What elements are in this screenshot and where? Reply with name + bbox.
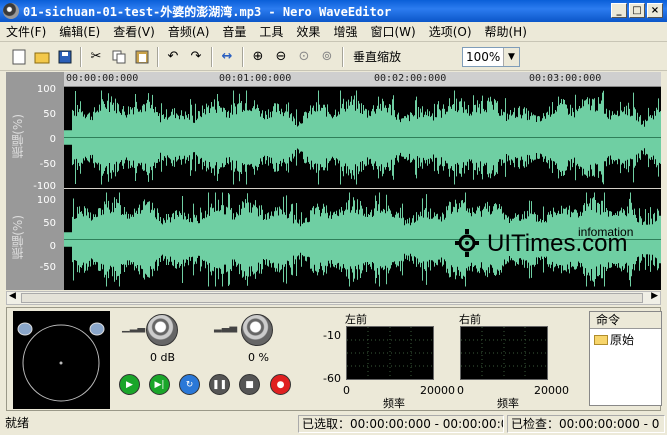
save-icon[interactable] xyxy=(54,46,76,68)
transport-panel: ▁▂▃ 0 dB ▂▃▄ 0 % ▶ ▶| ↻ ❚❚ ■ ● 左前 右前 -10… xyxy=(6,307,662,411)
pause-button[interactable]: ❚❚ xyxy=(209,374,230,395)
play-selection-button[interactable]: ▶| xyxy=(149,374,170,395)
db-bottom-label: -60 xyxy=(323,372,341,385)
time-marker: 00:01:00:000 xyxy=(219,73,292,84)
title-bar: 01-sichuan-01-test-外婆的澎湖湾.mp3 - Nero Wav… xyxy=(0,0,667,22)
left-freq-min: 0 xyxy=(343,384,350,397)
amplitude-axis: 100 50 0 -50 -100 振幅(%) 100 50 0 -50 -10… xyxy=(6,72,64,290)
db-top-label: -10 xyxy=(323,329,341,342)
pan-value: 0 % xyxy=(248,351,269,364)
menu-options[interactable]: 选项(O) xyxy=(429,23,472,40)
amplitude-axis-title: 振幅(%) xyxy=(11,215,25,260)
amplitude-axis-title: 振幅(%) xyxy=(11,114,25,159)
menu-effects[interactable]: 效果 xyxy=(296,23,320,40)
scroll-left-icon[interactable]: ◀ xyxy=(9,291,16,301)
zoom-select[interactable]: 100% ▼ xyxy=(462,47,520,67)
menu-help[interactable]: 帮助(H) xyxy=(485,23,527,40)
y-tick: -100 xyxy=(33,181,56,192)
right-meter-label: 右前 xyxy=(459,313,481,326)
menu-window[interactable]: 窗口(W) xyxy=(370,23,415,40)
y-tick: 100 xyxy=(36,84,56,95)
left-freq-max: 20000 xyxy=(420,384,455,397)
watermark-tag: infomation xyxy=(578,225,634,239)
time-marker: 00:00:00:000 xyxy=(66,73,139,84)
pan-knob[interactable] xyxy=(241,314,273,346)
play-button[interactable]: ▶ xyxy=(119,374,140,395)
left-meter-label: 左前 xyxy=(345,313,367,326)
volume-bars-icon: ▁▂▃ xyxy=(122,322,146,333)
fit-width-icon[interactable]: ↔ xyxy=(216,46,238,68)
copy-icon[interactable] xyxy=(108,46,130,68)
y-tick: -50 xyxy=(39,159,56,170)
window-title: 01-sichuan-01-test-外婆的澎湖湾.mp3 - Nero Wav… xyxy=(23,4,392,19)
left-spectrum-meter xyxy=(346,326,434,380)
status-selected: 已选取：00:00:00:000 - 00:00:00:00 xyxy=(298,415,504,433)
menu-view[interactable]: 查看(V) xyxy=(113,23,155,40)
command-item-label: 原始 xyxy=(610,333,635,347)
paste-icon[interactable] xyxy=(131,46,153,68)
time-marker: 00:03:00:000 xyxy=(529,73,602,84)
cut-icon[interactable]: ✂ xyxy=(85,46,107,68)
maximize-button[interactable]: □ xyxy=(629,3,645,18)
playback-disc xyxy=(13,311,110,409)
menu-edit[interactable]: 编辑(E) xyxy=(59,23,100,40)
right-freq-label: 频率 xyxy=(497,397,519,410)
new-file-icon[interactable] xyxy=(8,46,30,68)
pan-bars-icon: ▂▃▄ xyxy=(214,322,238,333)
minimize-button[interactable]: _ xyxy=(611,3,627,18)
volume-knob[interactable] xyxy=(146,314,178,346)
right-freq-max: 20000 xyxy=(534,384,569,397)
folder-icon xyxy=(594,334,608,345)
right-spectrum-meter xyxy=(460,326,548,380)
zoom-all-icon[interactable]: ⊚ xyxy=(316,46,338,68)
vertical-zoom-label: 垂直缩放 xyxy=(353,50,402,64)
scrollbar-thumb[interactable] xyxy=(21,293,643,303)
menu-enhance[interactable]: 增强 xyxy=(333,23,357,40)
scroll-right-icon[interactable]: ▶ xyxy=(651,291,658,301)
horizontal-scrollbar[interactable]: ◀ ▶ xyxy=(6,291,661,305)
status-checked: 已检查：00:00:00:000 - 0 xyxy=(507,415,665,433)
loop-button[interactable]: ↻ xyxy=(179,374,200,395)
left-freq-label: 频率 xyxy=(383,397,405,410)
command-item-original[interactable]: 原始 xyxy=(590,331,661,348)
y-tick: -50 xyxy=(39,262,56,273)
command-history-panel: 命令 原始 xyxy=(589,311,662,406)
undo-icon[interactable]: ↶ xyxy=(162,46,184,68)
zoom-in-icon[interactable]: ⊕ xyxy=(247,46,269,68)
zoom-value: 100% xyxy=(466,50,501,64)
zoom-out-icon[interactable]: ⊖ xyxy=(270,46,292,68)
menu-audio[interactable]: 音频(A) xyxy=(168,23,210,40)
redo-icon[interactable]: ↷ xyxy=(185,46,207,68)
open-folder-icon[interactable] xyxy=(31,46,53,68)
right-freq-min: 0 xyxy=(457,384,464,397)
volume-value: 0 dB xyxy=(150,351,176,364)
record-button[interactable]: ● xyxy=(270,374,291,395)
status-ready: 就绪 xyxy=(5,416,30,430)
zoom-selection-icon[interactable]: ⊙ xyxy=(293,46,315,68)
toolbar: ✂ ↶ ↷ ↔ ⊕ ⊖ ⊙ ⊚ 垂直缩放 xyxy=(0,43,667,71)
command-header: 命令 xyxy=(590,312,661,329)
menu-volume[interactable]: 音量 xyxy=(222,23,246,40)
stop-button[interactable]: ■ xyxy=(239,374,260,395)
menu-tools[interactable]: 工具 xyxy=(259,23,283,40)
close-button[interactable]: × xyxy=(647,3,663,18)
timeline-ruler[interactable]: 00:00:00:000 00:01:00:000 00:02:00:000 0… xyxy=(64,72,661,87)
chevron-down-icon[interactable]: ▼ xyxy=(503,48,519,66)
left-channel-waveform[interactable] xyxy=(64,87,661,188)
y-tick: 100 xyxy=(36,195,56,206)
menu-bar: 文件(F) 编辑(E) 查看(V) 音频(A) 音量 工具 效果 增强 窗口(W… xyxy=(0,22,667,42)
app-icon xyxy=(3,3,19,19)
status-bar: 就绪 已选取：00:00:00:000 - 00:00:00:00 已检查：00… xyxy=(0,413,667,435)
time-marker: 00:02:00:000 xyxy=(374,73,447,84)
menu-file[interactable]: 文件(F) xyxy=(6,23,46,40)
